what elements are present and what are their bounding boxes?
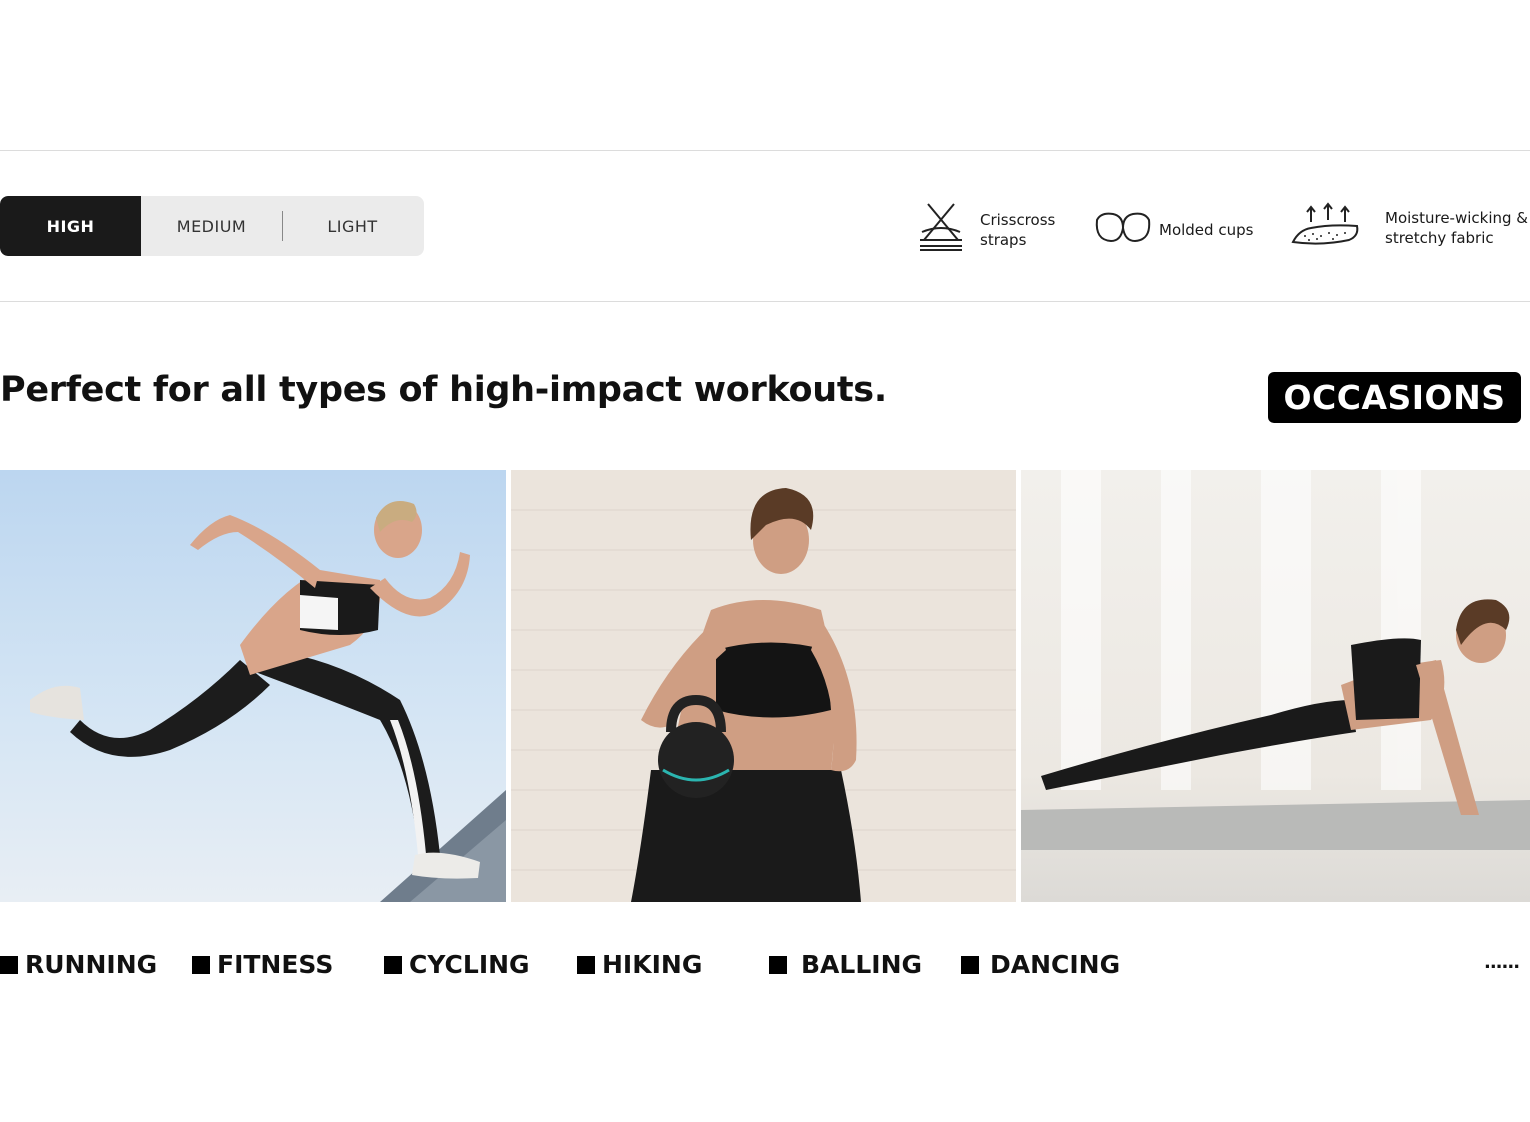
feature-crisscross-straps: Crisscross straps — [916, 202, 1080, 257]
moisture-wicking-icon — [1291, 202, 1361, 253]
occasion-label: BALLING — [801, 950, 923, 979]
feature-label: Moisture-wicking & stretchy fabric — [1385, 208, 1528, 247]
occasion-label: CYCLING — [409, 950, 530, 979]
square-bullet-icon — [384, 955, 402, 974]
square-bullet-icon — [192, 955, 210, 974]
support-level-selector: HIGH MEDIUM LIGHT — [0, 196, 424, 256]
occasion-item: DANCING — [961, 950, 1120, 979]
running-woman-photo — [0, 470, 506, 902]
tab-high[interactable]: HIGH — [0, 196, 141, 256]
more-indicator: ...... — [1484, 952, 1520, 973]
molded-cups-icon — [1093, 210, 1153, 249]
tab-divider — [282, 211, 283, 241]
plank-woman-photo — [1021, 470, 1530, 902]
kettlebell-woman-photo — [511, 470, 1016, 902]
tab-light[interactable]: LIGHT — [282, 196, 423, 256]
square-bullet-icon — [961, 955, 979, 974]
occasion-item: CYCLING — [384, 950, 530, 979]
occasion-item: BALLING — [769, 950, 922, 979]
page-headline: Perfect for all types of high-impact wor… — [0, 370, 887, 410]
occasion-label: RUNNING — [25, 950, 158, 979]
feature-molded-cups: Molded cups — [1093, 210, 1253, 249]
occasion-item: HIKING — [577, 950, 702, 979]
top-divider — [0, 150, 1530, 151]
occasion-item: FITNESS — [192, 950, 333, 979]
feature-label: Molded cups — [1159, 220, 1254, 239]
tab-medium[interactable]: MEDIUM — [141, 196, 282, 256]
occasion-label: HIKING — [602, 950, 703, 979]
occasion-item: RUNNING — [0, 950, 157, 979]
bottom-divider — [0, 301, 1530, 302]
square-bullet-icon — [577, 955, 595, 974]
square-bullet-icon — [0, 955, 18, 974]
occasion-label: FITNESS — [217, 950, 334, 979]
crisscross-straps-icon — [916, 202, 966, 257]
occasion-label: DANCING — [990, 950, 1121, 979]
occasions-badge: OCCASIONS — [1268, 372, 1521, 423]
square-bullet-icon — [769, 955, 787, 974]
feature-label: Crisscross straps — [980, 210, 1056, 249]
feature-moisture-wicking: Moisture-wicking & stretchy fabric — [1291, 202, 1530, 253]
